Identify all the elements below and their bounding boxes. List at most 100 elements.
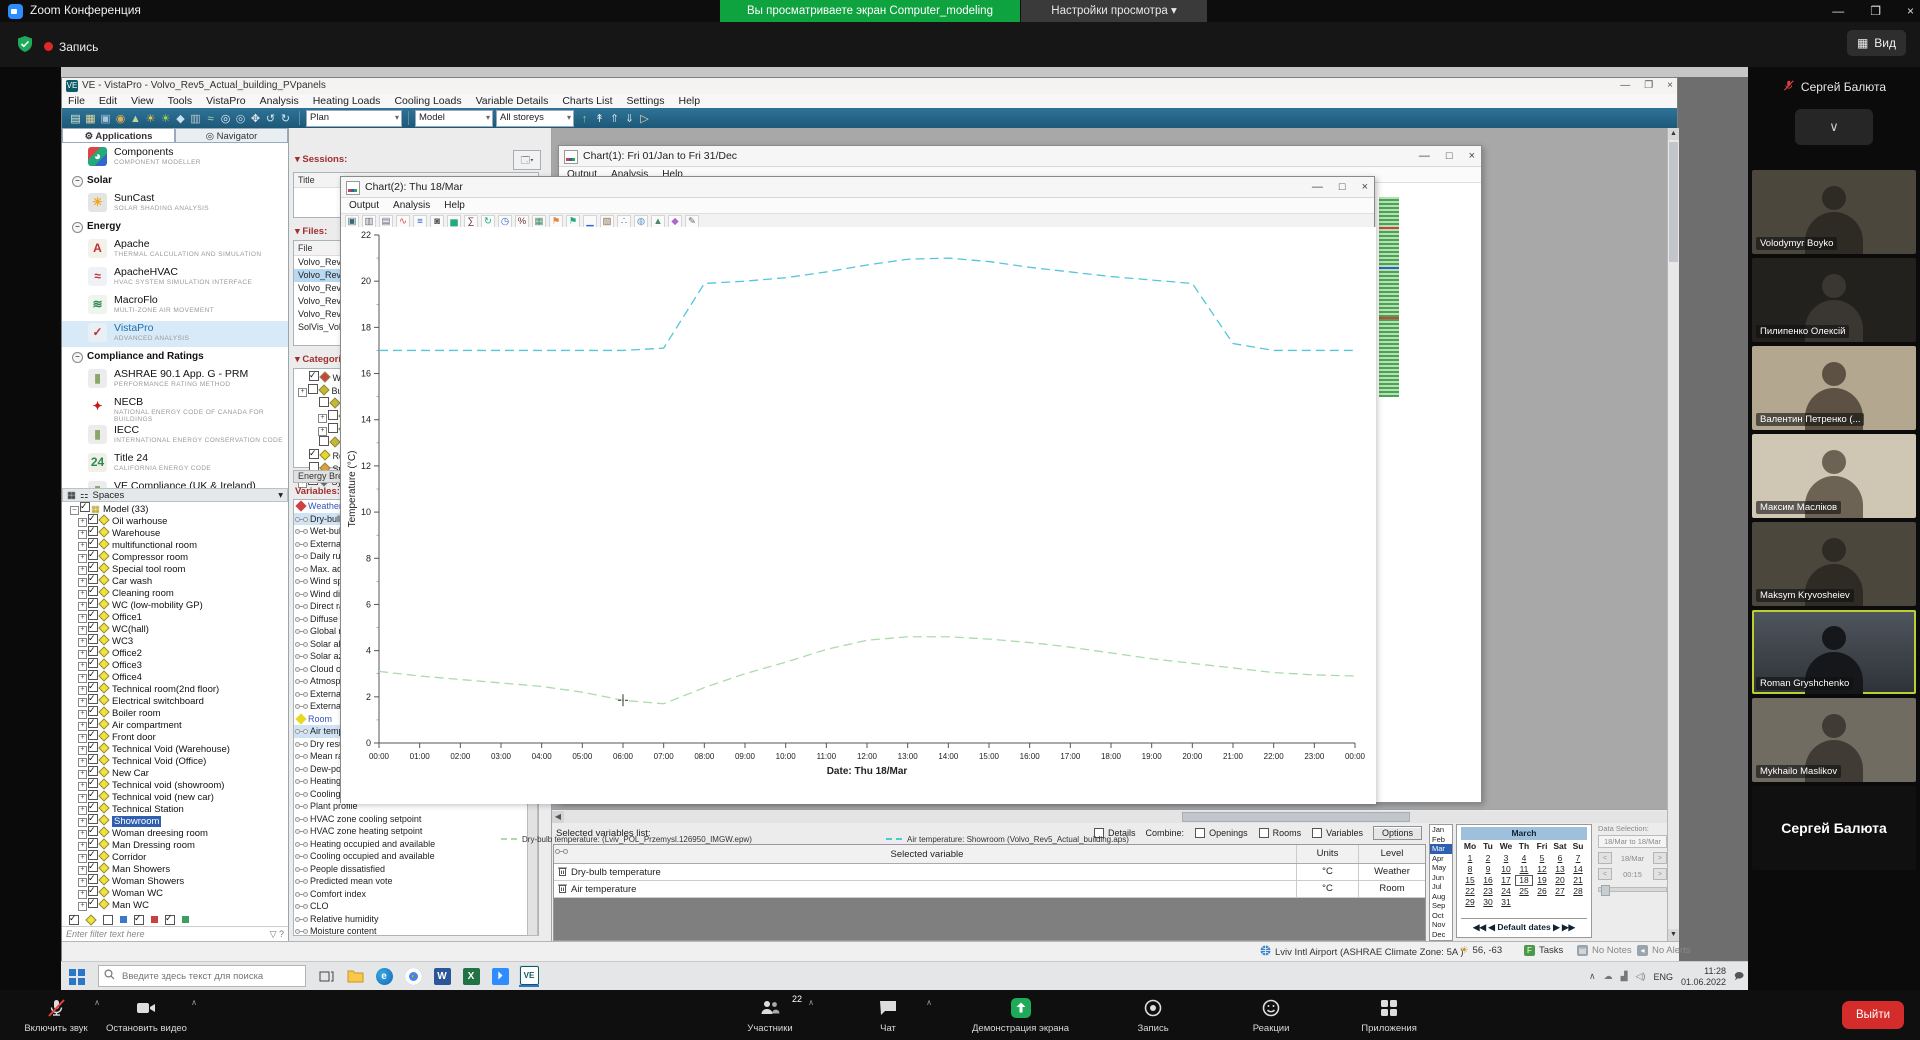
calendar-day-2[interactable]: 2: [1479, 853, 1497, 864]
calendar-day-10[interactable]: 10: [1497, 864, 1515, 875]
lamp-icon[interactable]: ◆: [173, 112, 188, 127]
calendar-day-20[interactable]: 20: [1551, 875, 1569, 886]
space-wc-low-mobility-gp[interactable]: +WC (low-mobility GP): [62, 598, 288, 610]
scroll-down-icon[interactable]: ▼: [1668, 929, 1679, 941]
month-jan[interactable]: Jan: [1430, 825, 1452, 835]
app-item-title-24[interactable]: 24Title 24CALIFORNIA ENERGY CODE: [86, 451, 288, 477]
pages-icon[interactable]: ▷: [637, 112, 652, 127]
view-mode-button[interactable]: ▦Вид: [1847, 30, 1906, 56]
view-settings-button[interactable]: Настройки просмотра ▾: [1021, 0, 1207, 22]
sun-icon[interactable]: ☀: [143, 112, 158, 127]
month-aug[interactable]: Aug: [1430, 892, 1452, 902]
rotate-icon[interactable]: ↺: [263, 112, 278, 127]
network-icon[interactable]: ▟: [1621, 971, 1628, 982]
space-man-dressing-room[interactable]: +Man Dressing room: [62, 838, 288, 850]
date-prev-icon[interactable]: <: [1598, 852, 1612, 864]
space-man-wc[interactable]: +Man WC: [62, 898, 288, 910]
checkbox[interactable]: [88, 670, 98, 680]
calendar-day-9[interactable]: 9: [1479, 864, 1497, 875]
variable-clo[interactable]: CLO: [294, 900, 538, 913]
leave-button[interactable]: Выйти: [1842, 1001, 1904, 1029]
variable-hvac-zone-cooling-setpoint[interactable]: HVAC zone cooling setpoint: [294, 813, 538, 826]
funnel-icon[interactable]: ▽ ?: [270, 929, 284, 940]
plan-select[interactable]: Plan: [306, 110, 402, 127]
space-office3[interactable]: +Office3: [62, 658, 288, 670]
participant-tile-volodymyr-boyko[interactable]: Volodymyr Boyko: [1752, 170, 1916, 254]
space-front-door[interactable]: +Front door: [62, 730, 288, 742]
compass-icon[interactable]: ◉: [113, 112, 128, 127]
checkbox[interactable]: [88, 850, 98, 860]
sessions-label[interactable]: ▾ Sessions:: [295, 154, 347, 165]
space-technical-void-showroom[interactable]: +Technical void (showroom): [62, 778, 288, 790]
volume-icon[interactable]: ◁): [1636, 971, 1646, 982]
space-warehouse[interactable]: +Warehouse: [62, 526, 288, 538]
close-icon[interactable]: ×: [1907, 4, 1914, 18]
checkbox[interactable]: [88, 874, 98, 884]
space-multifunctional-room[interactable]: +multifunctional room: [62, 538, 288, 550]
space-man-showers[interactable]: +Man Showers: [62, 862, 288, 874]
word-icon[interactable]: W: [432, 966, 452, 986]
openings-checkbox[interactable]: Openings: [1194, 828, 1248, 838]
calendar-day-16[interactable]: 16: [1479, 875, 1497, 886]
checkbox[interactable]: [88, 862, 98, 872]
zoom-app-icon[interactable]: ⏵: [490, 966, 510, 986]
calendar-day-21[interactable]: 21: [1569, 875, 1587, 886]
taskbar-clock[interactable]: 11:28 01.06.2022: [1681, 966, 1726, 987]
alerts-status[interactable]: ◂ No Alerts: [1637, 945, 1691, 956]
checkbox[interactable]: [88, 826, 98, 836]
options-button[interactable]: Options: [1373, 826, 1422, 840]
session-display-button[interactable]: 🗔▾: [513, 150, 541, 170]
chart2-menu-output[interactable]: Output: [349, 200, 379, 211]
mute-button[interactable]: Включить звук∧: [14, 990, 98, 1040]
minimize-icon[interactable]: —: [1419, 146, 1430, 166]
menu-edit[interactable]: Edit: [99, 95, 117, 107]
calendar-day-4[interactable]: 4: [1515, 853, 1533, 864]
scrollbar-thumb[interactable]: [1669, 142, 1678, 262]
chevron-up-icon[interactable]: ∧: [191, 998, 197, 1007]
space-electrical-switchboard[interactable]: +Electrical switchboard: [62, 694, 288, 706]
checkbox[interactable]: [309, 371, 319, 381]
save-icon[interactable]: ▣: [98, 112, 113, 127]
chart2-menu-help[interactable]: Help: [444, 200, 465, 211]
checkbox[interactable]: [88, 646, 98, 656]
expand-icon[interactable]: +: [78, 902, 87, 911]
participant-tile-maksym-kryvosheiev[interactable]: Maksym Kryvosheiev: [1752, 522, 1916, 606]
calendar-day-19[interactable]: 19: [1533, 875, 1551, 886]
space-cleaning-room[interactable]: +Cleaning room: [62, 586, 288, 598]
participant-tile-пилипенко-олекс-й[interactable]: Пилипенко Олексій: [1752, 258, 1916, 342]
checkbox[interactable]: [88, 802, 98, 812]
variable-cooling-occupied-and-available[interactable]: Cooling occupied and available: [294, 850, 538, 863]
search-input[interactable]: [120, 970, 294, 983]
app-item-macroflo[interactable]: ≋MacroFloMULTI-ZONE AIR MOVEMENT: [86, 293, 288, 319]
app-item-suncast[interactable]: ☀SunCastSOLAR SHADING ANALYSIS: [86, 191, 288, 217]
last-icon[interactable]: ▶▶: [1562, 922, 1575, 932]
calendar-day-6[interactable]: 6: [1551, 853, 1569, 864]
tray-chevron-icon[interactable]: ∧: [1589, 971, 1596, 982]
app-item-necb[interactable]: ✦NECBNATIONAL ENERGY CODE OF CANADA FOR …: [86, 395, 288, 421]
calendar-day-31[interactable]: 31: [1497, 897, 1515, 908]
checkbox[interactable]: [88, 754, 98, 764]
language-indicator[interactable]: ENG: [1653, 972, 1673, 982]
space-new-car[interactable]: +New Car: [62, 766, 288, 778]
checkbox[interactable]: [319, 397, 329, 407]
app-item-ashrae-90-1-app-g-prm[interactable]: ▮ASHRAE 90.1 App. G - PRMPERFORMANCE RAT…: [86, 367, 288, 393]
chat-button[interactable]: Чат∧: [846, 990, 930, 1040]
tab-applications[interactable]: ⚙ Applications: [62, 128, 175, 143]
task-view-icon[interactable]: [316, 966, 336, 986]
tab-navigator[interactable]: ◎ Navigator: [175, 128, 288, 143]
maximize-icon[interactable]: ❐: [1870, 4, 1881, 18]
menu-charts-list[interactable]: Charts List: [562, 95, 612, 107]
menu-cooling-loads[interactable]: Cooling Loads: [394, 95, 461, 107]
menu-vistapro[interactable]: VistaPro: [206, 95, 246, 107]
files-label[interactable]: ▾ Files:: [295, 226, 327, 237]
security-shield-icon[interactable]: [16, 35, 34, 58]
checkbox[interactable]: [88, 718, 98, 728]
ve-app-icon[interactable]: VE: [519, 965, 539, 987]
calendar-day-23[interactable]: 23: [1479, 886, 1497, 897]
checkbox[interactable]: [88, 562, 98, 572]
filter-input[interactable]: Enter filter text here: [66, 929, 145, 939]
calendar-day-26[interactable]: 26: [1533, 886, 1551, 897]
calendar-day-11[interactable]: 11: [1515, 864, 1533, 875]
checkbox[interactable]: [88, 550, 98, 560]
leaf-icon[interactable]: ≈: [203, 112, 218, 127]
